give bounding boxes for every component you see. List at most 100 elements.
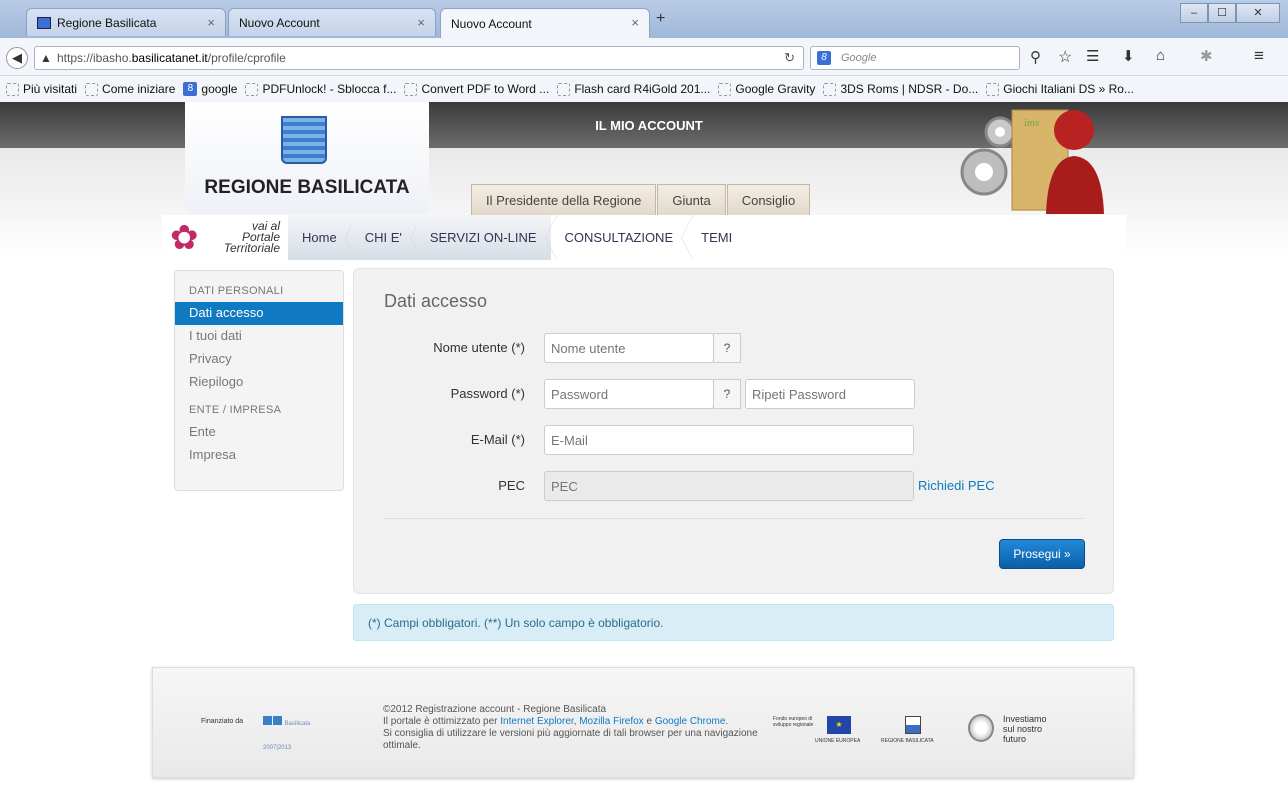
menu-chi-e[interactable]: CHI E' xyxy=(350,215,423,260)
close-window-button[interactable]: ✕ xyxy=(1236,3,1280,23)
region-crest-icon xyxy=(281,116,327,164)
invest-line: futuro xyxy=(1003,734,1027,744)
username-row: Nome utente (*) ? xyxy=(354,333,1115,363)
google-icon: 8 xyxy=(817,51,831,65)
bookmark-icon xyxy=(6,82,19,96)
fesr-logo: Basilicata 2007|2013 xyxy=(263,712,333,751)
fesr-block-icon xyxy=(273,716,282,725)
tab-nuovo-account-active[interactable]: Nuovo Account × xyxy=(440,8,650,38)
portal-link[interactable]: ✿ vai al Portale Territoriale xyxy=(162,215,288,260)
footer-text: ©2012 Registrazione account - Regione Ba… xyxy=(383,704,763,752)
repeat-password-input[interactable] xyxy=(745,379,915,409)
invest-line: sul nostro xyxy=(1003,724,1043,734)
form-title: Dati accesso xyxy=(384,291,488,311)
new-tab-button[interactable]: + xyxy=(656,10,665,28)
sidebar-item-riepilogo[interactable]: Riepilogo xyxy=(175,371,343,394)
sidebar-item-tuoi-dati[interactable]: I tuoi dati xyxy=(175,325,343,348)
maximize-button[interactable]: ☐ xyxy=(1208,3,1236,23)
financed-by-label: Finanziato da xyxy=(201,718,244,725)
bookmark-label: google xyxy=(201,82,238,96)
email-label: E-Mail (*) xyxy=(470,432,525,447)
username-input[interactable] xyxy=(544,333,714,363)
tab-label: Nuovo Account xyxy=(239,15,320,30)
portal-text: vai al Portale Territoriale xyxy=(216,220,280,254)
bookmark-item[interactable]: Giochi Italiani DS » Ro... xyxy=(986,82,1134,96)
firefox-link[interactable]: Mozilla Firefox xyxy=(579,716,643,727)
bookmarks-menu-icon[interactable]: ☰ xyxy=(1086,47,1099,65)
close-tab-icon[interactable]: × xyxy=(417,15,425,30)
reload-icon[interactable]: ↻ xyxy=(784,50,795,66)
tab-consiglio[interactable]: Consiglio xyxy=(726,184,811,215)
and-text: e xyxy=(643,716,655,727)
search-input[interactable]: 8 Google xyxy=(810,46,1020,70)
minimize-button[interactable]: – xyxy=(1180,3,1208,23)
close-tab-icon[interactable]: × xyxy=(207,15,215,30)
home-icon[interactable]: ⌂ xyxy=(1156,47,1165,64)
menu-servizi-online[interactable]: SERVIZI ON-LINE xyxy=(415,215,557,260)
bookmark-icon xyxy=(404,82,418,96)
request-pec-link[interactable]: Richiedi PEC xyxy=(918,478,995,493)
bookmark-item[interactable]: Come iniziare xyxy=(85,82,175,96)
password-input[interactable] xyxy=(544,379,714,409)
fesr-block-icon xyxy=(263,716,272,725)
ie-link[interactable]: Internet Explorer xyxy=(500,716,573,727)
menu-icon[interactable]: ≡ xyxy=(1254,46,1264,66)
bookmark-label: PDFUnlock! - Sblocca f... xyxy=(262,82,397,96)
site-logo-text: REGIONE BASILICATA xyxy=(204,177,410,198)
chrome-link[interactable]: Google Chrome xyxy=(655,716,726,727)
addon-icon[interactable]: ✱ xyxy=(1200,47,1213,65)
site-footer: Finanziato da Basilicata 2007|2013 ©2012… xyxy=(152,667,1134,778)
menu-temi[interactable]: TEMI xyxy=(687,215,746,260)
search-icon[interactable]: ⚲ xyxy=(1030,48,1041,66)
address-bar[interactable]: ▲ https://ibasho.basilicatanet.it/profil… xyxy=(34,46,804,70)
download-icon[interactable]: ⬇ xyxy=(1122,47,1135,65)
flower-logo-icon: ✿ xyxy=(170,219,199,257)
bookmark-star-icon[interactable]: ☆ xyxy=(1058,47,1072,67)
invest-line: Investiamo xyxy=(1003,714,1047,724)
close-tab-icon[interactable]: × xyxy=(631,15,639,30)
bookmark-item[interactable]: Più visitati xyxy=(6,82,77,96)
url-domain: basilicatanet.it xyxy=(131,51,208,65)
tab-presidente[interactable]: Il Presidente della Regione xyxy=(471,184,657,215)
site-logo[interactable]: REGIONE BASILICATA xyxy=(185,102,429,214)
bookmark-label: Come iniziare xyxy=(102,82,176,96)
main-menu: ✿ vai al Portale Territoriale Home CHI E… xyxy=(162,215,1126,260)
bookmark-item[interactable]: PDFUnlock! - Sblocca f... xyxy=(245,82,396,96)
tab-nuovo-account-1[interactable]: Nuovo Account × xyxy=(228,8,436,36)
tab-giunta[interactable]: Giunta xyxy=(657,184,726,215)
password-row: Password (*) ? xyxy=(354,379,1115,409)
back-button[interactable]: ◀ xyxy=(6,47,28,69)
bookmark-item[interactable]: 3DS Roms | NDSR - Do... xyxy=(823,82,978,96)
menu-home[interactable]: Home xyxy=(288,215,357,260)
sidebar-item-ente[interactable]: Ente xyxy=(175,421,343,444)
bookmark-item[interactable]: 8 google xyxy=(183,82,237,96)
bookmark-icon xyxy=(718,82,732,96)
bookmark-item[interactable]: Google Gravity xyxy=(718,82,815,96)
password-help-button[interactable]: ? xyxy=(713,379,741,409)
page-title: IL MIO ACCOUNT xyxy=(595,118,703,133)
regione-basilicata-icon xyxy=(905,716,921,734)
menu-consultazione[interactable]: CONSULTAZIONE xyxy=(551,215,693,260)
navigation-bar: ◀ ▲ https://ibasho.basilicatanet.it/prof… xyxy=(0,38,1288,76)
sidebar-item-dati-accesso[interactable]: Dati accesso xyxy=(175,302,343,325)
bookmark-label: Flash card R4iGold 201... xyxy=(574,82,711,96)
page-viewport: REGIONE BASILICATA IL MIO ACCOUNT Il Pre… xyxy=(0,102,1288,787)
tab-label: Nuovo Account xyxy=(451,16,532,31)
pec-input[interactable] xyxy=(544,471,914,501)
tab-label: Regione Basilicata xyxy=(57,15,157,30)
invest-slogan: Investiamo sul nostro futuro xyxy=(1003,714,1047,744)
sidebar-item-privacy[interactable]: Privacy xyxy=(175,348,343,371)
rb-text: REGIONE BASILICATA xyxy=(881,738,934,744)
tab-regione-basilicata[interactable]: Regione Basilicata × xyxy=(26,8,226,36)
continue-button[interactable]: Prosegui » xyxy=(999,539,1085,569)
bookmark-icon xyxy=(823,82,837,96)
italy-emblem-icon xyxy=(968,714,994,742)
pec-label: PEC xyxy=(498,478,525,493)
sidebar-section-title: DATI PERSONALI xyxy=(189,285,284,297)
bookmark-item[interactable]: Flash card R4iGold 201... xyxy=(557,82,710,96)
bookmark-item[interactable]: Convert PDF to Word ... xyxy=(404,82,549,96)
support-text: Il portale è ottimizzato per xyxy=(383,716,501,727)
sidebar-item-impresa[interactable]: Impresa xyxy=(175,444,343,467)
email-input[interactable] xyxy=(544,425,914,455)
username-help-button[interactable]: ? xyxy=(713,333,741,363)
